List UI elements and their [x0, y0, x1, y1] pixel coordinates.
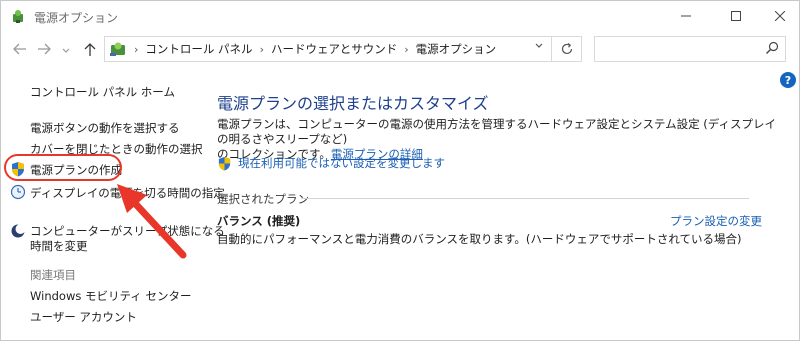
breadcrumb-power-options[interactable]: 電源オプション [416, 41, 497, 57]
maximize-icon [731, 11, 741, 21]
recent-locations-button[interactable] [57, 41, 75, 61]
up-button[interactable] [81, 39, 99, 59]
breadcrumb-separator: › [259, 42, 264, 56]
search-icon [766, 41, 779, 54]
user-accounts-link[interactable]: ユーザー アカウント [30, 309, 137, 325]
breadcrumb-separator: › [404, 42, 409, 56]
related-items-heading: 関連項目 [30, 268, 76, 282]
maximize-button[interactable] [713, 1, 759, 31]
address-bar[interactable]: › コントロール パネル › ハードウェアとサウンド › 電源オプション [104, 36, 582, 62]
forward-button[interactable] [35, 39, 53, 59]
section-divider [301, 198, 749, 199]
forward-arrow-icon [38, 43, 51, 55]
plan-description: 自動的にパフォーマンスと電力消費のバランスを取ります。(ハードウェアでサポートさ… [217, 232, 742, 246]
description-line-1: 電源プランは、コンピューターの電源の使用方法を管理するハードウェア設定とシステム… [217, 117, 776, 146]
chevron-down-icon [535, 43, 543, 48]
page-title: 電源プランの選択またはカスタマイズ [217, 94, 489, 113]
sleep-moon-icon [11, 224, 26, 238]
refresh-button[interactable] [551, 37, 581, 61]
control-panel-icon [110, 42, 125, 56]
breadcrumb-separator: › [134, 42, 139, 56]
sleep-time-link-line2[interactable]: 時間を変更 [30, 238, 88, 254]
close-button[interactable] [757, 1, 800, 31]
control-panel-home-link[interactable]: コントロール パネル ホーム [30, 84, 175, 100]
window: 電源オプション › コントロール パネル › ハードウェアとサウンド › 電源オ… [0, 0, 800, 341]
power-options-icon [13, 10, 23, 23]
annotation-highlight-circle [4, 154, 122, 181]
plan-name[interactable]: バランス (推奨) [217, 213, 300, 229]
annotation-arrow-icon [117, 184, 187, 259]
mobility-center-link[interactable]: Windows モビリティ センター [30, 288, 191, 304]
up-arrow-icon [84, 43, 96, 56]
navigation-bar: › コントロール パネル › ハードウェアとサウンド › 電源オプション [1, 31, 800, 67]
selected-plan-heading: 選択されたプラン [217, 192, 309, 206]
breadcrumb-hardware-sound[interactable]: ハードウェアとサウンド [271, 41, 397, 57]
breadcrumb-control-panel[interactable]: コントロール パネル [145, 41, 252, 57]
change-unavailable-settings-link[interactable]: 現在利用可能ではない設定を変更します [238, 155, 445, 171]
title-bar: 電源オプション [1, 1, 800, 31]
help-icon[interactable]: ? [780, 72, 796, 88]
uac-shield-icon [218, 156, 231, 171]
close-icon [775, 11, 785, 21]
window-title: 電源オプション [34, 11, 119, 25]
minimize-icon [681, 15, 691, 17]
change-unavailable-settings-row[interactable]: 現在利用可能ではない設定を変更します [217, 155, 445, 171]
chevron-down-icon [62, 48, 70, 53]
address-dropdown-button[interactable] [535, 42, 543, 52]
display-timer-icon [10, 184, 26, 200]
back-arrow-icon [13, 43, 26, 55]
minimize-button[interactable] [663, 1, 709, 31]
back-button[interactable] [11, 39, 29, 59]
refresh-icon [561, 43, 572, 55]
change-plan-settings-link[interactable]: プラン設定の変更 [670, 213, 762, 229]
search-input[interactable] [594, 36, 786, 62]
choose-power-button-link[interactable]: 電源ボタンの動作を選択する [30, 120, 180, 136]
